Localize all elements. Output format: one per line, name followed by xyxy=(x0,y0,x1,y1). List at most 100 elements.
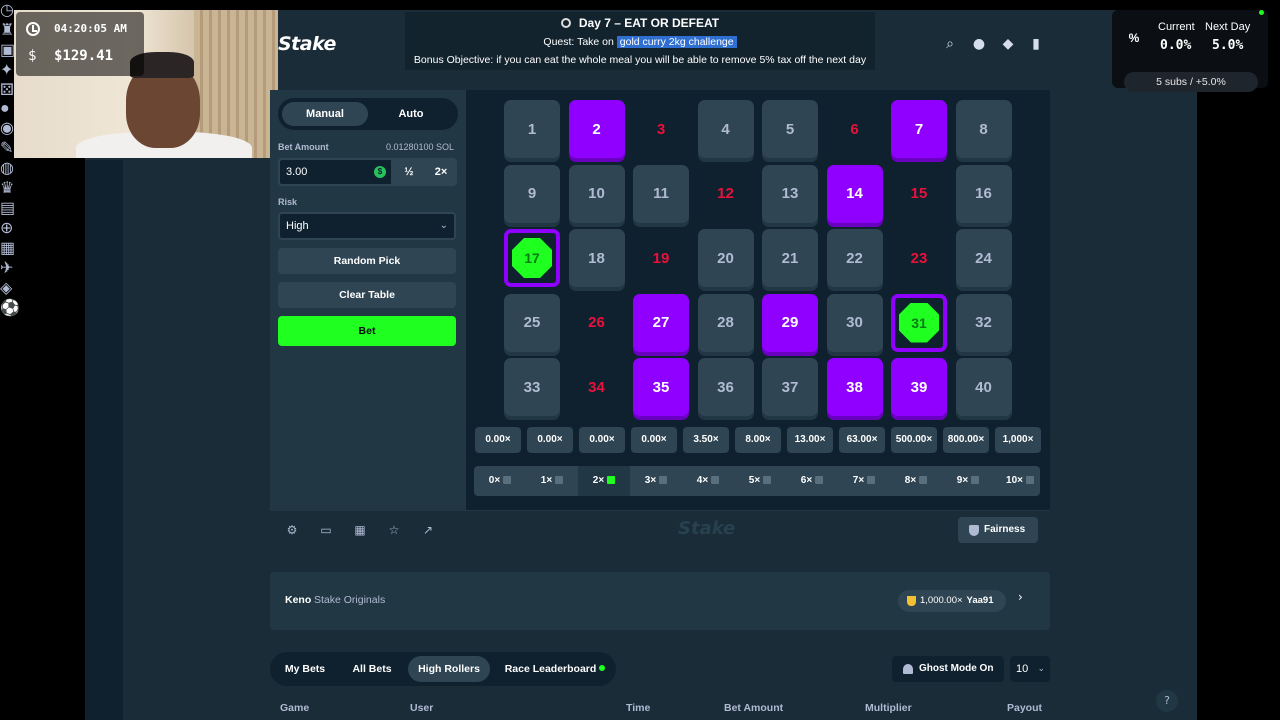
hit-count-cell: 5× xyxy=(734,466,786,496)
keno-tile-37[interactable]: 37 xyxy=(762,358,818,416)
tab-my-bets[interactable]: My Bets xyxy=(278,656,332,682)
gem-count-icon xyxy=(607,476,616,484)
keno-tile-36[interactable]: 36 xyxy=(697,358,754,416)
notification-icon[interactable]: ◆ xyxy=(999,35,1017,53)
half-button[interactable]: ½ xyxy=(393,158,425,186)
chevron-right-icon[interactable]: › xyxy=(1018,590,1023,604)
gem-icon: 17 xyxy=(512,238,552,278)
keno-tile-17[interactable]: 17 xyxy=(504,229,560,287)
keno-tile-24[interactable]: 24 xyxy=(955,229,1012,287)
keno-tile-11[interactable]: 11 xyxy=(633,164,689,223)
risk-label: Risk xyxy=(278,197,298,207)
stake-logo[interactable]: Stake xyxy=(278,33,336,55)
keno-tile-30[interactable]: 30 xyxy=(826,293,883,352)
tab-all-bets[interactable]: All Bets xyxy=(344,656,400,682)
sidebar-toggle-icon[interactable]: ▮ xyxy=(1027,35,1045,53)
col-multiplier: Multiplier xyxy=(865,702,912,714)
bet-amount-label: Bet Amount xyxy=(278,142,329,152)
ghost-icon xyxy=(903,664,913,674)
search-icon[interactable]: ⌕ xyxy=(941,35,959,53)
auto-tab[interactable]: Auto xyxy=(368,102,454,126)
game-provider[interactable]: Stake Originals xyxy=(314,594,385,606)
keno-tile-20[interactable]: 20 xyxy=(697,229,754,287)
theatre-mode-icon[interactable]: ▭ xyxy=(318,522,334,538)
hit-count-cell: 0× xyxy=(474,466,526,496)
record-user: Yaa91 xyxy=(966,595,994,606)
keno-tile-22[interactable]: 22 xyxy=(826,229,883,287)
payout-cell: 0.00× xyxy=(631,427,677,453)
keno-tile-29[interactable]: 29 xyxy=(762,293,818,352)
random-pick-button[interactable]: Random Pick xyxy=(278,248,456,274)
keno-tile-18[interactable]: 18 xyxy=(568,229,625,287)
col-user: User xyxy=(410,702,434,714)
row-count-select[interactable]: 10 ⌄ xyxy=(1010,656,1050,682)
keno-tile-39[interactable]: 39 xyxy=(891,358,947,416)
keno-tile-27[interactable]: 27 xyxy=(633,293,689,352)
tab-high-rollers[interactable]: High Rollers xyxy=(408,656,490,682)
clock-time: 04:20:05 AM xyxy=(54,22,127,35)
keno-tile-21[interactable]: 21 xyxy=(762,229,818,287)
gem-icon: 31 xyxy=(899,302,939,343)
record-badge: 1,000.00× Yaa91 xyxy=(898,590,1006,612)
user-icon[interactable]: ● xyxy=(970,35,988,53)
shield-icon xyxy=(969,525,979,536)
keno-tile-9[interactable]: 9 xyxy=(504,164,560,223)
keno-tile-33[interactable]: 33 xyxy=(504,358,560,416)
keno-tile-38[interactable]: 38 xyxy=(826,358,883,416)
keno-tile-7[interactable]: 7 xyxy=(891,100,947,158)
settings-icon[interactable]: ⚙ xyxy=(284,522,300,538)
clear-table-button[interactable]: Clear Table xyxy=(278,282,456,308)
keno-tile-1[interactable]: 1 xyxy=(504,100,560,158)
balance-value: $129.41 xyxy=(54,48,114,64)
manual-tab[interactable]: Manual xyxy=(282,102,368,126)
fairness-button[interactable]: Fairness xyxy=(958,517,1038,543)
double-button[interactable]: 2× xyxy=(425,158,457,186)
hit-count-cell: 6× xyxy=(786,466,838,496)
live-dot xyxy=(1259,10,1264,15)
record-icon xyxy=(560,18,571,28)
support-icon[interactable]: ? xyxy=(1156,690,1178,712)
ghost-mode-toggle[interactable]: Ghost Mode On xyxy=(892,656,1004,682)
keno-tile-6[interactable]: 6 xyxy=(826,100,883,158)
keno-tile-10[interactable]: 10 xyxy=(568,164,625,223)
keno-tile-25[interactable]: 25 xyxy=(504,293,560,352)
keno-tile-3[interactable]: 3 xyxy=(633,100,689,158)
bonus-objective: Bonus Objective: if you can eat the whol… xyxy=(413,54,867,66)
payout-cell: 63.00× xyxy=(839,427,885,453)
tab-race-leaderboard[interactable]: Race Leaderboard xyxy=(500,656,610,682)
keno-tile-14[interactable]: 14 xyxy=(826,164,883,223)
keno-tile-23[interactable]: 23 xyxy=(891,229,947,287)
quest-overlay: Day 7 – EAT OR DEFEAT Quest: Take on gol… xyxy=(405,12,875,70)
keno-tile-16[interactable]: 16 xyxy=(955,164,1012,223)
stats-icon[interactable]: ▦ xyxy=(352,522,368,538)
keno-tile-13[interactable]: 13 xyxy=(762,164,818,223)
live-stats-icon[interactable]: ↗ xyxy=(420,522,436,538)
payout-cell: 0.00× xyxy=(579,427,625,453)
keno-tile-35[interactable]: 35 xyxy=(633,358,689,416)
keno-tile-19[interactable]: 19 xyxy=(633,229,689,287)
favorite-icon[interactable]: ☆ xyxy=(386,522,402,538)
risk-select[interactable]: High ⌄ xyxy=(278,212,456,240)
keno-tile-8[interactable]: 8 xyxy=(955,100,1012,158)
payout-cell: 500.00× xyxy=(891,427,937,453)
keno-tile-28[interactable]: 28 xyxy=(697,293,754,352)
hit-count-cell: 1× xyxy=(526,466,578,496)
hit-count-cell: 3× xyxy=(630,466,682,496)
percent-icon[interactable]: % xyxy=(1124,28,1144,48)
chevron-down-icon: ⌄ xyxy=(439,220,448,231)
keno-tile-32[interactable]: 32 xyxy=(955,293,1012,352)
keno-tile-40[interactable]: 40 xyxy=(955,358,1012,416)
col-payout: Payout xyxy=(1007,702,1043,714)
keno-tile-5[interactable]: 5 xyxy=(762,100,818,158)
keno-tile-31[interactable]: 31 xyxy=(891,293,947,352)
keno-tile-34[interactable]: 34 xyxy=(568,358,625,416)
keno-tile-15[interactable]: 15 xyxy=(891,164,947,223)
bet-button[interactable]: Bet xyxy=(278,316,456,346)
keno-tile-26[interactable]: 26 xyxy=(568,293,625,352)
dollar-icon: $ xyxy=(28,48,37,64)
hit-count-cell: 8× xyxy=(890,466,942,496)
keno-tile-4[interactable]: 4 xyxy=(697,100,754,158)
col-game: Game xyxy=(280,702,310,714)
keno-tile-12[interactable]: 12 xyxy=(697,164,754,223)
keno-tile-2[interactable]: 2 xyxy=(568,100,625,158)
